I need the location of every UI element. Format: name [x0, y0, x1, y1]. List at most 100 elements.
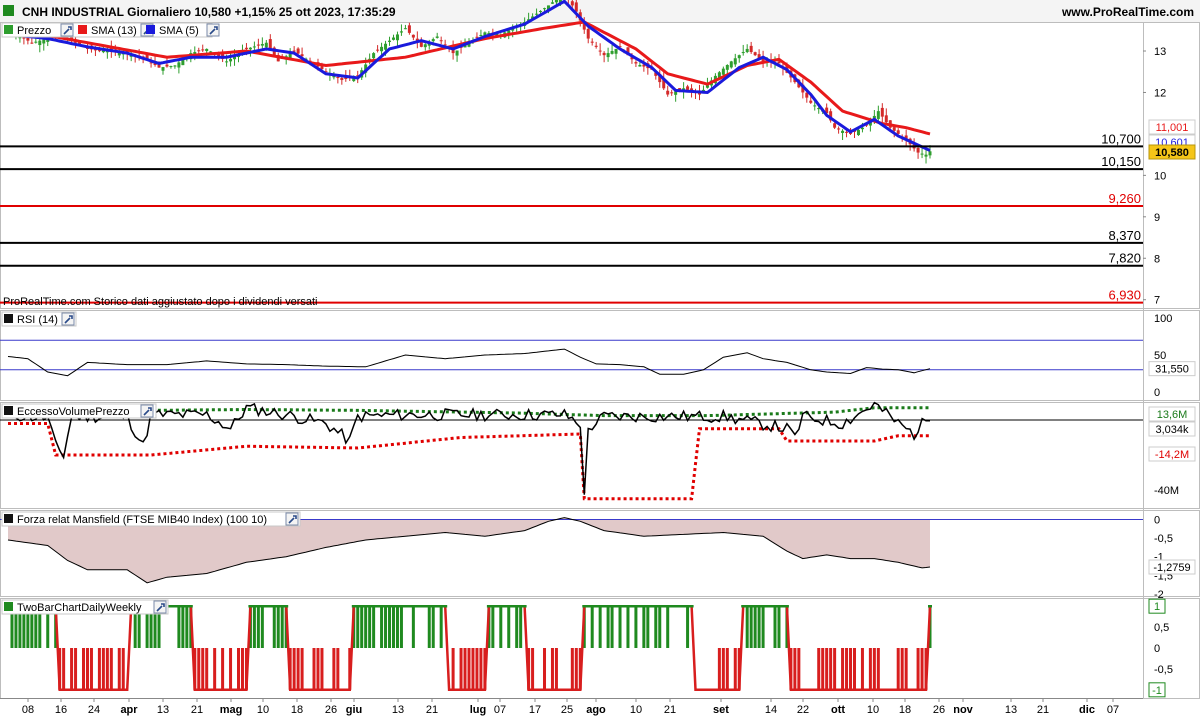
twobar-bar [852, 648, 856, 690]
candle-body [638, 65, 642, 67]
panel-frames [0, 22, 1200, 699]
evp-lower-band [8, 422, 930, 501]
candle-body [435, 36, 439, 38]
candle-body [30, 42, 34, 44]
mansfield-tick-label: 0 [1154, 514, 1160, 526]
twobar-bar [717, 648, 721, 690]
level-label-3: 9,260 [1108, 191, 1141, 206]
wrench-icon[interactable] [206, 23, 220, 37]
price-candle [423, 43, 427, 51]
price-candle [594, 41, 598, 49]
price-candle [590, 38, 594, 46]
candle-body [837, 128, 841, 130]
candle-body [809, 100, 813, 103]
price-candle [229, 52, 233, 67]
candle-body [197, 50, 201, 52]
x-tick-label: set [713, 704, 729, 716]
x-tick-label: 10 [867, 704, 879, 716]
chart-title: CNH INDUSTRIAL Giornaliero 10,580 +1,15%… [22, 5, 396, 19]
evp-legend: EccessoVolumePrezzo [1, 403, 157, 419]
twobar-bar [117, 648, 121, 690]
twobar-badge-text-2: -1 [1152, 685, 1162, 697]
twobar-tick-label: 0,5 [1154, 622, 1169, 634]
twobar-bar [686, 606, 690, 648]
x-tick-label: 26 [933, 704, 945, 716]
price-candle [252, 41, 256, 51]
price-candle [753, 51, 757, 57]
x-tick-label: 10 [630, 704, 642, 716]
candle-body [896, 130, 900, 134]
candle-body [264, 42, 268, 48]
price-tick-label: 7 [1154, 295, 1160, 307]
rsi-tick-label: 0 [1154, 387, 1160, 399]
price-candle [737, 54, 741, 63]
price-candle [614, 48, 618, 60]
x-tick-label: 21 [426, 704, 438, 716]
twobar-bar [296, 648, 300, 690]
twobar-bar [177, 606, 181, 648]
chart-svg: CNH INDUSTRIAL Giornaliero 10,580 +1,15%… [0, 0, 1200, 716]
candle-body [543, 8, 547, 10]
twobar-bar [252, 606, 256, 648]
price-candle [256, 38, 260, 49]
wrench-icon[interactable] [285, 512, 299, 526]
x-tick-label: 18 [291, 704, 303, 716]
candle-body [376, 49, 380, 51]
twobar-bar [797, 648, 801, 690]
price-candle [749, 41, 753, 54]
twobar-bar [320, 648, 324, 690]
twobar-bar [109, 648, 113, 690]
twobar-bar [467, 648, 471, 690]
candle-body [169, 66, 173, 68]
twobar-bar [229, 648, 233, 690]
candle-body [721, 68, 725, 75]
twobar-bar [610, 606, 614, 648]
legends[interactable]: Prezzo SMA (13) SMA (5) RSI (14) EccessoVolu… [1, 22, 301, 615]
candle-body [928, 151, 932, 156]
twobar-bar [531, 648, 535, 690]
twobar-bar [833, 648, 837, 690]
twobar-bar [372, 606, 376, 648]
price-candle [876, 105, 880, 122]
x-tick-label: lug [470, 704, 487, 716]
candle-body [745, 48, 749, 53]
wrench-icon[interactable] [60, 23, 74, 37]
price-candle [177, 60, 181, 74]
twobar-bar [185, 606, 189, 648]
x-tick-label: 10 [257, 704, 269, 716]
price-candle [733, 53, 737, 67]
price-candle [399, 24, 403, 36]
price-candle [729, 60, 733, 69]
twobar-bar [920, 648, 924, 690]
x-tick-label: 21 [191, 704, 203, 716]
x-tick-label: 22 [797, 704, 809, 716]
price-candle [435, 32, 439, 39]
twobar-bar [626, 606, 630, 648]
twobar-panel [6, 604, 932, 692]
price-legend: Prezzo SMA (13) SMA (5) [1, 22, 220, 38]
mansfield-legend-label: Forza relat Mansfield (FTSE MIB40 Index)… [17, 514, 267, 526]
candle-body [423, 44, 427, 48]
price-candle [924, 148, 928, 164]
candle-body [550, 2, 554, 4]
level-label-6: 6,930 [1108, 288, 1141, 303]
twobar-bar [391, 606, 395, 648]
price-candle [745, 44, 749, 54]
mansfield-panel [0, 517, 1143, 584]
twobar-bar [841, 648, 845, 690]
wrench-icon[interactable] [153, 600, 167, 614]
x-tick-label: 16 [55, 704, 67, 716]
wrench-icon[interactable] [140, 404, 154, 418]
twobar-bar [380, 606, 384, 648]
candle-body [574, 2, 578, 12]
twobar-bar [292, 648, 296, 690]
candle-body [570, 1, 574, 6]
rsi-tick-label: 100 [1154, 313, 1172, 325]
wrench-icon[interactable] [61, 312, 75, 326]
candle-body [403, 28, 407, 30]
twobar-bar [89, 648, 93, 690]
price-tick-label: 8 [1154, 253, 1160, 265]
level-label-5: 7,820 [1108, 251, 1141, 266]
mansfield-badge-text: -1,2759 [1153, 562, 1190, 574]
twobar-bar [463, 648, 467, 690]
